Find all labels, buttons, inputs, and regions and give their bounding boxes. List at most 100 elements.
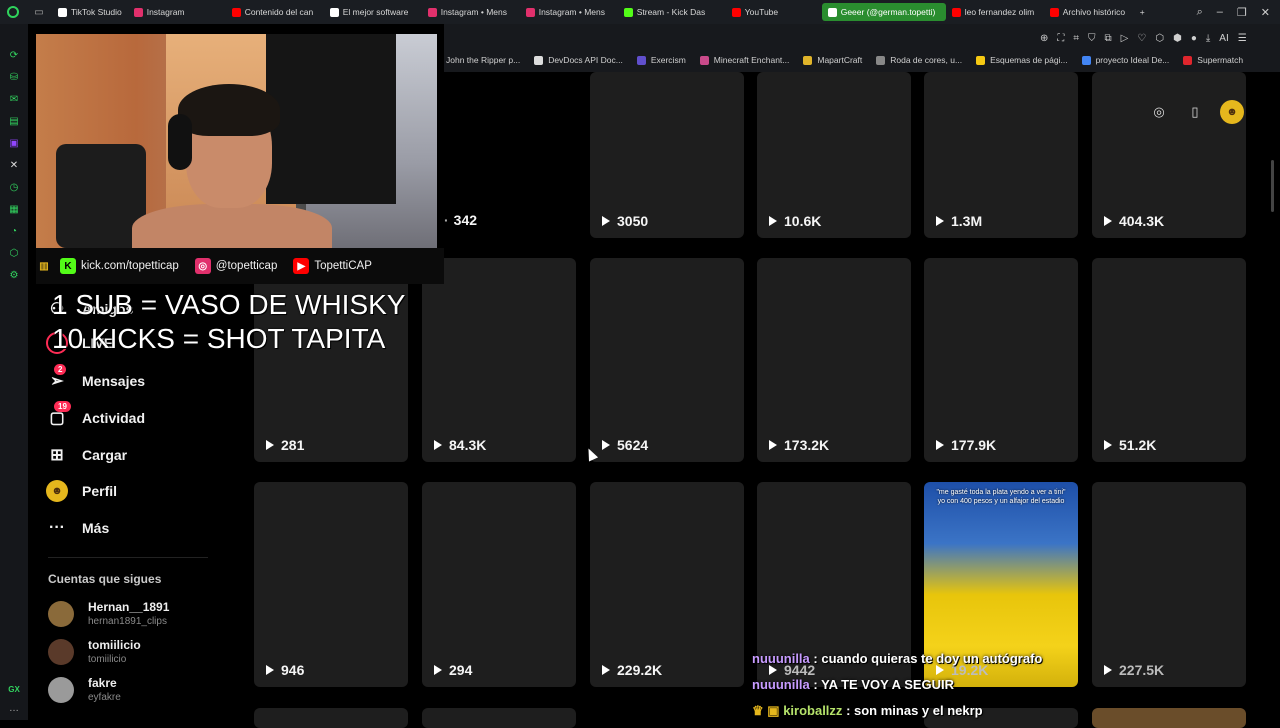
play-icon xyxy=(434,440,442,450)
tab-8-active[interactable]: Geeer (@german.topetti) xyxy=(821,3,946,21)
zoom-icon[interactable]: ⊕ xyxy=(1040,33,1048,44)
minimize-icon[interactable]: – xyxy=(1217,6,1223,19)
video-card[interactable]: 294 xyxy=(422,482,576,687)
history-icon[interactable]: ◔ xyxy=(11,226,17,237)
settings-icon[interactable]: ⚙ xyxy=(10,270,19,281)
wallet-icon[interactable]: ▦ xyxy=(9,204,18,215)
tab-4[interactable]: Instagram • Mens xyxy=(422,0,520,24)
view-count: 281 xyxy=(266,437,304,453)
nav-upload[interactable]: ⊞ Cargar xyxy=(46,444,127,466)
video-card[interactable] xyxy=(254,708,408,728)
color-wheel-icon xyxy=(876,55,886,65)
compass-icon[interactable]: ◎ xyxy=(1148,101,1170,123)
following-item[interactable]: Hernan__1891 hernan1891_clips xyxy=(48,600,169,627)
following-item[interactable]: fakre eyfakre xyxy=(48,676,121,703)
clock-icon[interactable]: ◷ xyxy=(10,182,19,193)
close-icon[interactable]: ✕ xyxy=(1261,6,1270,19)
chat-text: : YA TE VOY A SEGUIR xyxy=(813,677,955,692)
tab-1[interactable]: Instagram xyxy=(128,0,226,24)
account-icon[interactable]: ● xyxy=(1191,33,1197,44)
bookmark-item[interactable]: proyecto Ideal De... xyxy=(1081,55,1169,65)
heart-icon[interactable]: ♡ xyxy=(1137,33,1146,44)
kick-link: Kkick.com/topetticap xyxy=(60,258,179,274)
mobile-icon[interactable]: ▯ xyxy=(1184,101,1206,123)
extension-icon[interactable]: ⬡ xyxy=(10,248,19,259)
bookmark-item[interactable]: Minecraft Enchant... xyxy=(699,55,789,65)
nav-label: Más xyxy=(82,520,110,536)
tiktok-favicon-icon xyxy=(58,7,67,17)
bookmark-item[interactable]: Esquemas de pági... xyxy=(976,55,1068,65)
bookmark-item[interactable]: MapartCraft xyxy=(803,55,862,65)
video-card[interactable]: 173.2K xyxy=(757,258,911,462)
capture-icon[interactable]: ⌗ xyxy=(1073,33,1079,44)
video-card[interactable]: 227.5K xyxy=(1092,482,1246,687)
nav-label: Mensajes xyxy=(82,373,146,389)
nav-activity[interactable]: ▢ 19 Actividad xyxy=(46,401,145,429)
video-card[interactable]: 3050 xyxy=(590,72,744,238)
youtube-favicon-icon xyxy=(1049,7,1059,17)
video-card[interactable] xyxy=(422,708,576,728)
tab-2[interactable]: Contenido del can xyxy=(226,0,324,24)
video-card[interactable]: 229.2K xyxy=(590,482,744,687)
stream-chat: nuuunilla : cuando quieras te doy un aut… xyxy=(752,646,1082,724)
more-dots-icon[interactable]: … xyxy=(9,703,19,714)
view-count: 51.2K xyxy=(1104,437,1156,453)
search-icon[interactable]: ⌕ xyxy=(1197,6,1203,19)
bag-icon[interactable]: ⛁ xyxy=(10,72,18,83)
video-card[interactable]: 404.3K xyxy=(1092,72,1246,238)
webcam-hanging-shirt xyxy=(266,34,396,204)
following-item[interactable]: tomiilicio tomiilicio xyxy=(48,638,141,665)
nav-more[interactable]: ··· Más xyxy=(46,517,109,539)
refresh-icon[interactable]: ⟳ xyxy=(10,50,18,61)
cube-icon[interactable]: ⬢ xyxy=(1173,33,1182,44)
messenger-icon[interactable]: ✉ xyxy=(10,94,18,105)
bookmark-item[interactable]: John the Ripper p... xyxy=(446,55,520,65)
video-card[interactable]: 5624 xyxy=(590,258,744,462)
view-count: 173.2K xyxy=(769,437,829,453)
tab-3[interactable]: El mejor software xyxy=(324,0,422,24)
snapshot-icon[interactable]: ⛶ xyxy=(1057,33,1064,44)
gx-icon[interactable]: GX xyxy=(8,685,20,694)
twitch-icon[interactable]: ▣ xyxy=(9,138,18,149)
bookmark-label: Roda de cores, u... xyxy=(890,55,963,65)
tab-10[interactable]: Archivo histórico xyxy=(1044,0,1134,24)
bookmark-item[interactable]: Roda de cores, u... xyxy=(876,55,962,65)
nav-messages[interactable]: ➢ 2 Mensajes xyxy=(46,364,146,392)
tab-label: Instagram • Mens xyxy=(538,7,605,17)
video-card[interactable]: 1.3M xyxy=(924,72,1078,238)
video-card[interactable] xyxy=(1092,708,1246,728)
nav-profile[interactable]: ☻ Perfil xyxy=(46,480,117,502)
opera-logo-icon[interactable] xyxy=(0,0,26,24)
profile-avatar[interactable]: ☻ xyxy=(1220,100,1244,124)
tab-9[interactable]: leo fernandez olim xyxy=(946,0,1044,24)
video-card[interactable]: 84.3K xyxy=(422,258,576,462)
video-card[interactable]: 177.9K xyxy=(924,258,1078,462)
bookmark-item[interactable]: Supermatch xyxy=(1183,55,1243,65)
extensions-icon[interactable]: ⬡ xyxy=(1155,33,1164,44)
play-icon[interactable]: ▷ xyxy=(1121,33,1129,44)
scrollbar[interactable] xyxy=(1271,160,1274,212)
tab-0[interactable]: TikTok Studio xyxy=(52,0,128,24)
download-icon[interactable]: ⤓ xyxy=(1206,33,1210,44)
view-count-value: 1.3M xyxy=(951,213,983,229)
bookmark-item[interactable]: DevDocs API Doc... xyxy=(534,55,623,65)
video-card[interactable]: 946 xyxy=(254,482,408,687)
new-tab-button[interactable]: + xyxy=(1134,0,1154,24)
video-card[interactable]: 51.2K xyxy=(1092,258,1246,462)
player-icon[interactable]: ▤ xyxy=(9,116,18,127)
tab-6[interactable]: Stream - Kick Das xyxy=(618,0,726,24)
tab-5[interactable]: Instagram • Mens xyxy=(520,0,618,24)
workspaces-icon[interactable]: ▭ xyxy=(26,7,52,18)
tabs-icon[interactable]: ⧉ xyxy=(1105,33,1112,44)
more-icon: ··· xyxy=(49,519,65,536)
menu-icon[interactable]: ☰ xyxy=(1238,33,1247,44)
tab-7[interactable]: YouTube xyxy=(726,0,806,24)
x-icon[interactable]: ✕ xyxy=(10,160,18,171)
ai-button[interactable]: AI xyxy=(1219,33,1228,44)
club-logo-icon: ▥ xyxy=(39,260,49,272)
shield-icon[interactable]: ⛉ xyxy=(1088,33,1096,44)
play-icon xyxy=(434,665,442,675)
bookmark-item[interactable]: Exercism xyxy=(636,55,686,65)
restore-icon[interactable]: ❐ xyxy=(1237,6,1247,19)
video-card[interactable]: 10.6K xyxy=(757,72,911,238)
